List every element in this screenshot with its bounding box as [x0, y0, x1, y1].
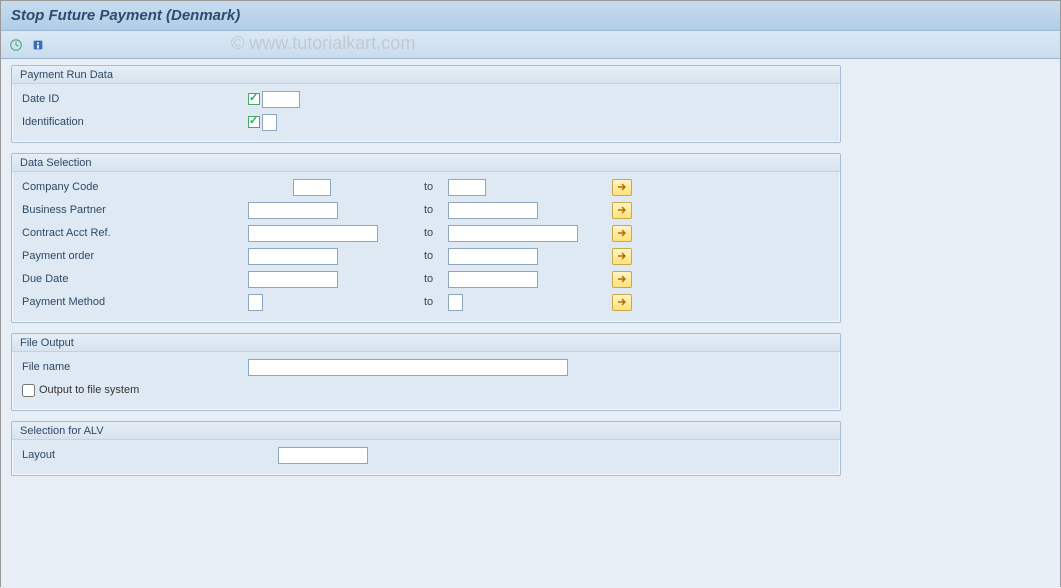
group-title-alv: Selection for ALV: [12, 422, 840, 440]
contract-acct-ref-to-input[interactable]: [448, 225, 578, 242]
arrow-right-icon: [617, 228, 627, 238]
date-id-input[interactable]: [262, 91, 300, 108]
file-name-input[interactable]: [248, 359, 568, 376]
to-label: to: [418, 227, 448, 239]
due-date-multi-button[interactable]: [612, 271, 632, 288]
due-date-from-input[interactable]: [248, 271, 338, 288]
to-label: to: [418, 296, 448, 308]
group-title-payment-run: Payment Run Data: [12, 66, 840, 84]
output-fs-wrapper[interactable]: Output to file system: [18, 384, 139, 397]
to-label: to: [418, 250, 448, 262]
due-date-to-input[interactable]: [448, 271, 538, 288]
required-check-icon: [248, 93, 260, 105]
group-payment-run-data: Payment Run Data Date ID Identification: [11, 65, 841, 143]
payment-order-label: Payment order: [18, 250, 248, 262]
company-code-label: Company Code: [18, 181, 248, 193]
main-content: Payment Run Data Date ID Identification …: [1, 59, 1060, 588]
file-name-label: File name: [18, 361, 248, 373]
company-code-multi-button[interactable]: [612, 179, 632, 196]
required-check-icon: [248, 116, 260, 128]
to-label: to: [418, 204, 448, 216]
arrow-right-icon: [617, 251, 627, 261]
group-title-file-output: File Output: [12, 334, 840, 352]
date-id-label: Date ID: [18, 93, 248, 105]
company-code-from-input[interactable]: [293, 179, 331, 196]
group-file-output: File Output File name Output to file sys…: [11, 333, 841, 411]
info-button[interactable]: [29, 36, 47, 54]
business-partner-to-input[interactable]: [448, 202, 538, 219]
due-date-label: Due Date: [18, 273, 248, 285]
company-code-to-input[interactable]: [448, 179, 486, 196]
contract-acct-ref-label: Contract Acct Ref.: [18, 227, 248, 239]
arrow-right-icon: [617, 182, 627, 192]
group-title-data-selection: Data Selection: [12, 154, 840, 172]
arrow-right-icon: [617, 274, 627, 284]
identification-input[interactable]: [262, 114, 277, 131]
to-label: to: [418, 273, 448, 285]
contract-acct-ref-multi-button[interactable]: [612, 225, 632, 242]
application-toolbar: [1, 31, 1060, 59]
payment-order-from-input[interactable]: [248, 248, 338, 265]
clock-execute-icon: [9, 38, 23, 52]
payment-order-to-input[interactable]: [448, 248, 538, 265]
arrow-right-icon: [617, 297, 627, 307]
payment-method-multi-button[interactable]: [612, 294, 632, 311]
contract-acct-ref-from-input[interactable]: [248, 225, 378, 242]
info-icon: [31, 38, 45, 52]
payment-method-from-input[interactable]: [248, 294, 263, 311]
identification-label: Identification: [18, 116, 248, 128]
group-data-selection: Data Selection Company Code to Business …: [11, 153, 841, 323]
output-fs-checkbox[interactable]: [22, 384, 35, 397]
arrow-right-icon: [617, 205, 627, 215]
payment-method-to-input[interactable]: [448, 294, 463, 311]
business-partner-label: Business Partner: [18, 204, 248, 216]
group-alv-selection: Selection for ALV Layout: [11, 421, 841, 476]
business-partner-from-input[interactable]: [248, 202, 338, 219]
business-partner-multi-button[interactable]: [612, 202, 632, 219]
page-title: Stop Future Payment (Denmark): [1, 1, 1060, 31]
payment-order-multi-button[interactable]: [612, 248, 632, 265]
layout-input[interactable]: [278, 447, 368, 464]
layout-label: Layout: [18, 449, 248, 461]
execute-button[interactable]: [7, 36, 25, 54]
output-fs-label: Output to file system: [39, 384, 139, 396]
payment-method-label: Payment Method: [18, 296, 248, 308]
to-label: to: [418, 181, 448, 193]
